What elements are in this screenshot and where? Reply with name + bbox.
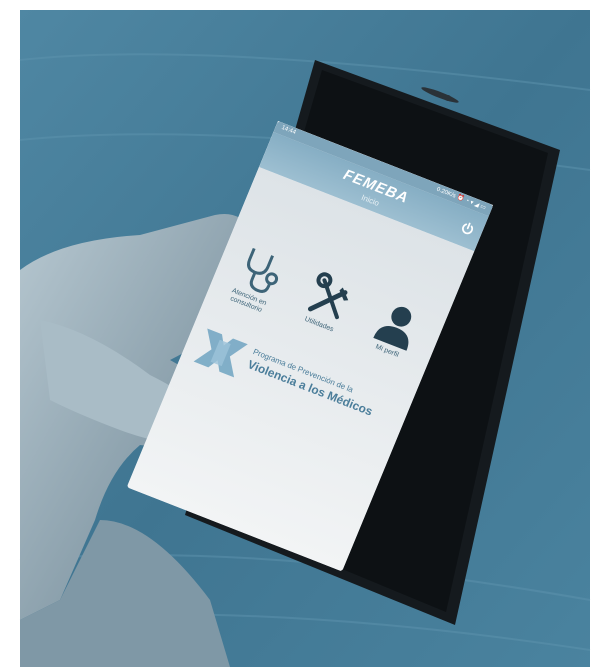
program-text: Programa de Prevención de la Violencia a… bbox=[246, 347, 379, 418]
menu-item-perfil[interactable]: Mi perfil bbox=[357, 293, 435, 367]
menu-item-utilidades[interactable]: Utilidades bbox=[289, 266, 367, 340]
status-time: 14:44 bbox=[280, 125, 297, 136]
photo: 14:44 0.20K/s ⏰ ◔ ▾ ◢ ▭ FEMEBA Inicio At… bbox=[0, 0, 605, 667]
menu-item-consultorio[interactable]: Atención en consultorio bbox=[216, 239, 297, 320]
program-logo bbox=[193, 328, 248, 378]
